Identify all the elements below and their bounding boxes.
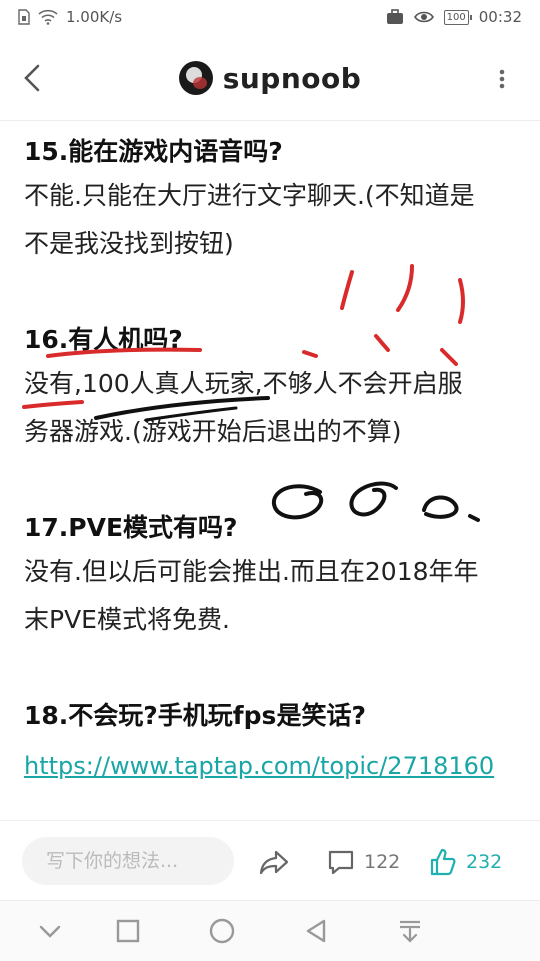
faq-item: 16.有人机吗? 没有,100人真人玩家,不够人不会开启服 务器游戏.(游戏开始… xyxy=(24,320,524,456)
circle-icon xyxy=(209,918,235,944)
more-vertical-icon xyxy=(499,69,505,89)
nav-home-button[interactable] xyxy=(206,915,238,947)
avatar[interactable] xyxy=(178,61,213,95)
sim-icon xyxy=(18,9,30,25)
wifi-icon xyxy=(38,9,58,25)
battery-level: 100 xyxy=(446,11,466,23)
faq-item: 15.能在游戏内语音吗? 不能.只能在大厅进行文字聊天.(不知道是 不是我没找到… xyxy=(24,132,524,268)
faq-answer-line: 没有.但以后可能会推出.而且在2018年年 xyxy=(24,557,479,586)
nav-download-button[interactable] xyxy=(394,915,426,947)
comment-icon xyxy=(328,850,354,875)
clock: 00:32 xyxy=(478,8,522,26)
nav-collapse-button[interactable] xyxy=(34,915,66,947)
faq-answer-line: 没有,100人真人玩家,不够人不会开启服 xyxy=(24,369,463,398)
battery-icon: 100 xyxy=(443,9,472,25)
post-content: 15.能在游戏内语音吗? 不能.只能在大厅进行文字聊天.(不知道是 不是我没找到… xyxy=(24,120,524,820)
more-button[interactable] xyxy=(494,66,510,96)
faq-answer-line: 末PVE模式将免费. xyxy=(24,605,230,634)
status-bar: 1.00K/s 100 00:32 xyxy=(0,0,540,36)
nav-recents-button[interactable] xyxy=(112,915,144,947)
faq-answer-line: 不是我没找到按钮) xyxy=(24,229,234,258)
triangle-back-icon xyxy=(306,919,326,943)
faq-item: 18.不会玩?手机玩fps是笑话? https://www.taptap.com… xyxy=(24,696,524,790)
faq-question: 15.能在游戏内语音吗? xyxy=(24,137,283,166)
topic-link[interactable]: https://www.taptap.com/topic/2718160 xyxy=(24,752,494,780)
download-icon xyxy=(400,920,420,943)
share-button[interactable] xyxy=(258,845,292,879)
network-speed: 1.00K/s xyxy=(66,8,123,26)
square-icon xyxy=(116,919,140,943)
faq-answer-line: 务器游戏.(游戏开始后退出的不算) xyxy=(24,417,402,446)
like-button[interactable]: 232 xyxy=(428,845,502,879)
page-title: supnoob xyxy=(222,61,362,95)
system-nav-bar xyxy=(0,900,540,961)
chevron-down-icon xyxy=(39,925,61,938)
eye-icon xyxy=(413,11,434,23)
briefcase-icon xyxy=(386,9,403,24)
faq-answer-line: 不能.只能在大厅进行文字聊天.(不知道是 xyxy=(24,181,475,210)
faq-question: 17.PVE模式有吗? xyxy=(24,513,238,542)
share-icon xyxy=(259,850,289,875)
nav-back-button[interactable] xyxy=(300,915,332,947)
faq-question: 18.不会玩?手机玩fps是笑话? xyxy=(24,701,366,730)
faq-item: 17.PVE模式有吗? 没有.但以后可能会推出.而且在2018年年 末PVE模式… xyxy=(24,508,524,644)
like-count: 232 xyxy=(466,851,503,873)
comments-button[interactable]: 122 xyxy=(326,845,400,879)
action-bar: 122 232 xyxy=(0,820,540,901)
top-bar: supnoob xyxy=(0,36,540,121)
thumbs-up-icon xyxy=(430,848,456,876)
comment-count: 122 xyxy=(364,851,401,873)
faq-question: 16.有人机吗? xyxy=(24,325,183,354)
comment-input[interactable] xyxy=(22,837,234,885)
